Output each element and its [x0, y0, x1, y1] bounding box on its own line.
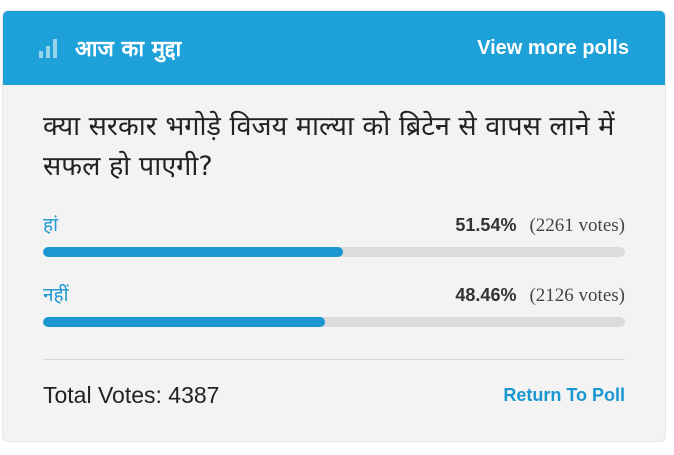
poll-bar-icon-2	[46, 46, 50, 58]
poll-option-stats: 48.46% (2126 votes)	[455, 285, 625, 307]
poll-option-track	[43, 317, 625, 327]
poll-option-fill	[43, 317, 326, 327]
poll-header-left: आज का मुद्दा	[39, 33, 181, 63]
poll-bar-icon-1	[39, 51, 43, 58]
poll-option-stats: 51.54% (2261 votes)	[455, 215, 625, 237]
poll-option-votes: (2126 votes)	[529, 285, 625, 306]
poll-option-no[interactable]: नहीं 48.46% (2126 votes)	[43, 279, 625, 327]
total-votes: Total Votes: 4387	[43, 382, 220, 408]
poll-option-percent: 51.54%	[455, 215, 517, 235]
poll-option-label[interactable]: नहीं	[43, 281, 69, 307]
poll-section-title: आज का मुद्दा	[75, 37, 182, 62]
poll-option-row: हां 51.54% (2261 votes)	[43, 209, 625, 237]
poll-option-yes[interactable]: हां 51.54% (2261 votes)	[43, 209, 625, 257]
poll-card: आज का मुद्दा View more polls क्या सरकार …	[2, 10, 666, 442]
poll-divider	[43, 359, 625, 360]
poll-option-row: नहीं 48.46% (2126 votes)	[43, 279, 625, 307]
poll-footer: Total Votes: 4387 Return To Poll	[43, 382, 625, 409]
poll-option-votes: (2261 votes)	[529, 215, 625, 236]
poll-option-fill	[43, 247, 343, 257]
poll-header: आज का मुद्दा View more polls	[3, 11, 665, 85]
view-more-polls-link[interactable]: View more polls	[477, 37, 629, 60]
poll-bars-icon	[39, 38, 57, 58]
poll-option-percent: 48.46%	[455, 285, 517, 305]
poll-option-label[interactable]: हां	[43, 211, 58, 237]
return-to-poll-link[interactable]: Return To Poll	[503, 385, 625, 406]
poll-bar-icon-3	[53, 39, 57, 58]
poll-question: क्या सरकार भगोड़े विजय माल्या को ब्रिटेन…	[43, 111, 615, 182]
poll-option-track	[43, 247, 625, 257]
